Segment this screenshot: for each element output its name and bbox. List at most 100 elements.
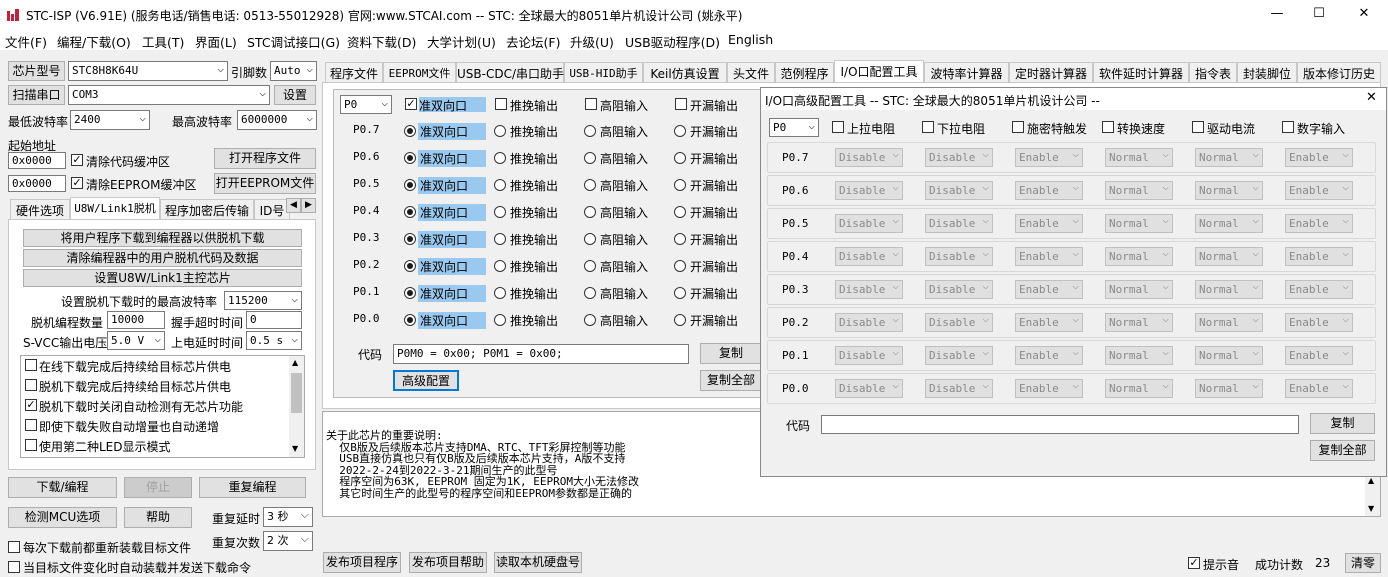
dialog-setting-select[interactable]: Enable: [1285, 213, 1353, 233]
menu-university[interactable]: 大学计划(U): [427, 32, 496, 51]
handshake-timeout-input[interactable]: 0: [246, 311, 302, 329]
io-radio-highz[interactable]: [584, 206, 596, 218]
dialog-setting-select[interactable]: Enable: [1015, 147, 1083, 167]
publish-help-button[interactable]: 发布项目帮助: [409, 552, 487, 573]
dialog-copy-button[interactable]: 复制: [1310, 413, 1375, 434]
dialog-setting-select[interactable]: Disable: [835, 279, 903, 299]
dialog-setting-select[interactable]: Enable: [1015, 378, 1083, 398]
dialog-setting-select[interactable]: Disable: [835, 147, 903, 167]
dialog-setting-select[interactable]: Disable: [925, 312, 993, 332]
eeprom-address-input[interactable]: 0x0000: [8, 175, 66, 192]
scroll-up-icon[interactable]: ▲: [292, 358, 298, 367]
dialog-setting-select[interactable]: Normal: [1105, 246, 1173, 266]
io-copy-all-button[interactable]: 复制全部: [700, 370, 762, 391]
dialog-setting-select[interactable]: Enable: [1285, 312, 1353, 332]
menu-forum[interactable]: 去论坛(F): [506, 32, 560, 51]
dialog-setting-select[interactable]: Enable: [1285, 246, 1353, 266]
repeat-program-button[interactable]: 重复编程: [199, 477, 306, 498]
dialog-setting-select[interactable]: Enable: [1285, 345, 1353, 365]
tab-version-history[interactable]: 版本修订历史: [1297, 62, 1381, 82]
tab-baud-calc[interactable]: 波特率计算器: [924, 62, 1009, 82]
tab-hardware-options[interactable]: 硬件选项: [10, 199, 70, 219]
menu-downloads[interactable]: 资料下载(D): [347, 32, 416, 51]
tab-eeprom-file[interactable]: EEPROM文件: [383, 62, 456, 82]
dialog-setting-select[interactable]: Enable: [1015, 246, 1083, 266]
help-button[interactable]: 帮助: [124, 507, 192, 528]
menu-upgrade[interactable]: 升级(U): [570, 32, 614, 51]
minimize-icon[interactable]: —: [1267, 5, 1287, 25]
dialog-close-icon[interactable]: ✕: [1366, 90, 1377, 105]
dialog-col-checkbox[interactable]: [1012, 121, 1024, 133]
dialog-setting-select[interactable]: Normal: [1105, 378, 1173, 398]
dialog-setting-select[interactable]: Disable: [835, 312, 903, 332]
dialog-setting-select[interactable]: Enable: [1015, 345, 1083, 365]
tab-usb-hid[interactable]: USB-HID助手: [564, 62, 643, 82]
scan-port-button[interactable]: 扫描串口: [8, 85, 65, 105]
clear-count-button[interactable]: 清零: [1345, 553, 1381, 573]
tab-program-file[interactable]: 程序文件: [325, 62, 383, 82]
offline-count-input[interactable]: 10000: [107, 311, 165, 329]
repeat-count-select[interactable]: 2 次: [263, 531, 313, 551]
open-eeprom-file-button[interactable]: 打开EEPROM文件: [214, 173, 316, 194]
tab-scroll-right-icon[interactable]: ▶: [301, 198, 316, 213]
header-highz-checkbox[interactable]: [585, 98, 597, 110]
io-radio-quasi[interactable]: [404, 233, 416, 245]
max-baud-select[interactable]: 6000000: [237, 110, 317, 130]
io-radio-pushpull[interactable]: [494, 314, 506, 326]
read-disk-id-button[interactable]: 读取本机硬盘号: [494, 552, 582, 573]
dialog-setting-select[interactable]: Disable: [925, 147, 993, 167]
maximize-icon[interactable]: ☐: [1309, 5, 1329, 25]
dialog-copy-all-button[interactable]: 复制全部: [1310, 440, 1375, 461]
tab-header-files[interactable]: 头文件: [727, 62, 775, 82]
clear-code-checkbox[interactable]: ✓: [71, 154, 83, 166]
io-radio-highz[interactable]: [584, 233, 596, 245]
set-master-chip-button[interactable]: 设置U8W/Link1主控芯片: [23, 269, 302, 287]
io-radio-highz[interactable]: [584, 314, 596, 326]
dialog-setting-select[interactable]: Enable: [1015, 312, 1083, 332]
close-icon[interactable]: ✕: [1354, 5, 1374, 25]
io-radio-highz[interactable]: [584, 179, 596, 191]
dialog-setting-select[interactable]: Normal: [1195, 378, 1263, 398]
dialog-col-checkbox[interactable]: [832, 121, 844, 133]
dialog-setting-select[interactable]: Normal: [1195, 180, 1263, 200]
dialog-setting-select[interactable]: Enable: [1015, 279, 1083, 299]
dialog-setting-select[interactable]: Enable: [1015, 213, 1083, 233]
dialog-setting-select[interactable]: Disable: [835, 345, 903, 365]
info-scrollbar[interactable]: ▲ ▼: [1365, 476, 1380, 516]
io-radio-pushpull[interactable]: [494, 125, 506, 137]
dialog-col-checkbox[interactable]: [1282, 121, 1294, 133]
dialog-setting-select[interactable]: Normal: [1195, 147, 1263, 167]
auto-send-checkbox[interactable]: [8, 561, 20, 573]
tab-instruction-table[interactable]: 指令表: [1189, 62, 1237, 82]
option-checkbox-2[interactable]: [25, 379, 37, 391]
dialog-setting-select[interactable]: Normal: [1195, 345, 1263, 365]
io-radio-pushpull[interactable]: [494, 179, 506, 191]
io-port-select[interactable]: P0: [340, 95, 392, 114]
io-radio-quasi[interactable]: [404, 206, 416, 218]
dialog-code-field[interactable]: [821, 415, 1299, 434]
offline-max-baud-select[interactable]: 115200: [224, 291, 302, 310]
io-radio-pushpull[interactable]: [494, 206, 506, 218]
dialog-setting-select[interactable]: Disable: [925, 378, 993, 398]
dialog-setting-select[interactable]: Normal: [1105, 213, 1173, 233]
io-radio-pushpull[interactable]: [494, 260, 506, 272]
dialog-setting-select[interactable]: Normal: [1105, 312, 1173, 332]
code-address-input[interactable]: 0x0000: [8, 152, 66, 169]
pin-count-select[interactable]: Auto: [270, 61, 317, 81]
io-radio-highz[interactable]: [584, 260, 596, 272]
open-program-file-button[interactable]: 打开程序文件: [214, 148, 316, 169]
dialog-setting-select[interactable]: Disable: [835, 246, 903, 266]
scroll-down-icon[interactable]: ▼: [292, 444, 298, 453]
io-radio-opendrain[interactable]: [674, 314, 686, 326]
io-radio-quasi[interactable]: [404, 152, 416, 164]
dialog-setting-select[interactable]: Normal: [1105, 147, 1173, 167]
dialog-setting-select[interactable]: Disable: [835, 213, 903, 233]
svcc-voltage-select[interactable]: 5.0 V: [107, 331, 165, 350]
tab-delay-calc[interactable]: 软件延时计算器: [1093, 62, 1189, 82]
publish-project-button[interactable]: 发布项目程序: [323, 552, 401, 573]
download-program-button[interactable]: 下载/编程: [8, 477, 117, 498]
io-radio-opendrain[interactable]: [674, 179, 686, 191]
dialog-setting-select[interactable]: Disable: [835, 180, 903, 200]
option-checkbox-1[interactable]: [25, 359, 37, 371]
clear-eeprom-checkbox[interactable]: ✓: [71, 177, 83, 189]
